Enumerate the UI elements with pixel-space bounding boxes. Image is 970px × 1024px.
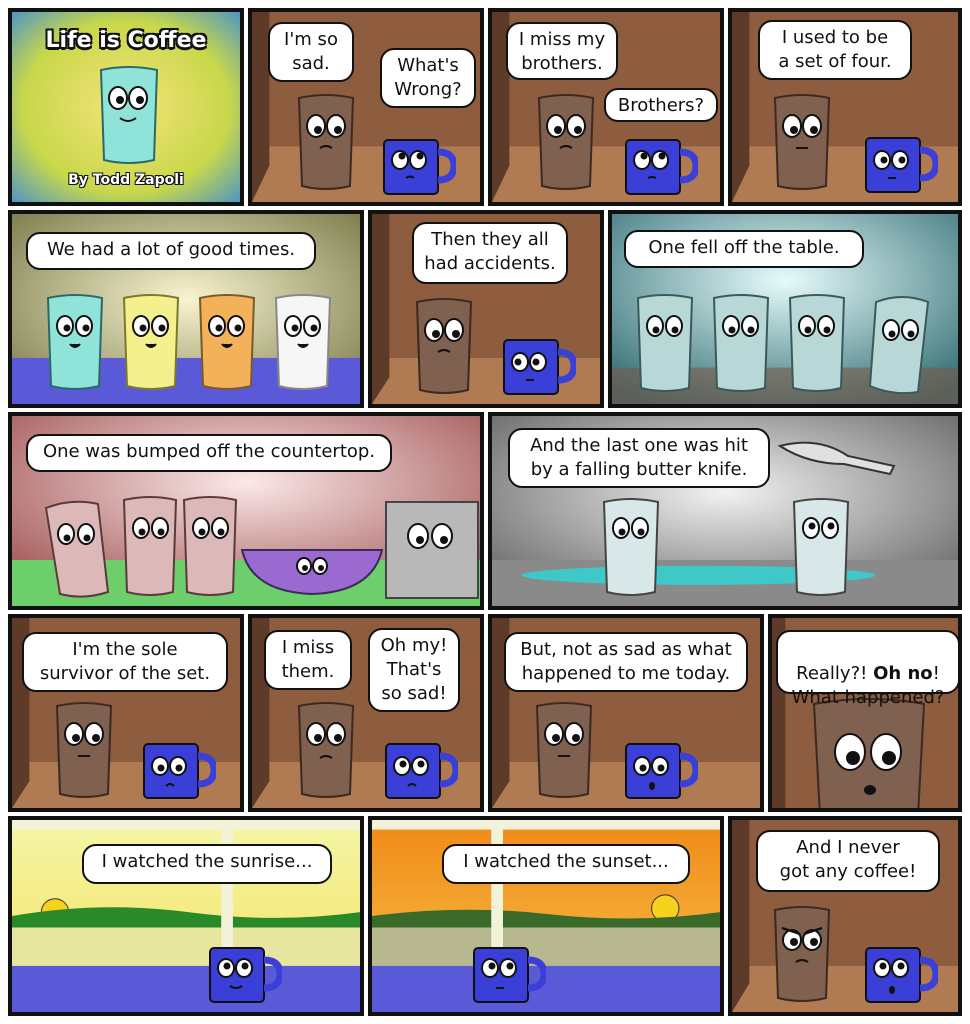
- blue-mug-character: [473, 947, 546, 1003]
- panel-5: We had a lot of good times.: [8, 210, 364, 408]
- speech-bubble-narration: One fell off the table.: [624, 230, 864, 268]
- panel-9: And the last one was hit by a falling bu…: [488, 412, 962, 610]
- brown-glass-character: [415, 298, 473, 394]
- blue-mug-character: [503, 339, 576, 395]
- teal-glass-character: [99, 66, 159, 164]
- glasses-bowl-and-pot: [44, 496, 479, 599]
- panel-7: One fell off the table.: [608, 210, 962, 408]
- blue-mug-character: [383, 139, 456, 195]
- panel-6: Then they all had accidents.: [368, 210, 604, 408]
- blue-mug-character: [865, 137, 938, 193]
- brown-glass-character: [297, 94, 355, 190]
- blue-mug-character: [385, 743, 458, 799]
- panel-11: I miss them. Oh my! That's so sad!: [248, 614, 484, 812]
- brown-glass-character: [773, 94, 831, 190]
- bubble-text-part: Really?!: [796, 663, 874, 684]
- two-glasses-broken: [602, 498, 850, 596]
- speech-bubble-glass: But, not as sad as what happened to me t…: [504, 632, 748, 692]
- speech-bubble-glass: I miss my brothers.: [506, 22, 618, 80]
- blue-mug-character: [625, 743, 698, 799]
- panel-14: I watched the sunrise...: [8, 816, 364, 1016]
- four-glasses-sad: [636, 294, 930, 395]
- speech-bubble-narration: I watched the sunrise...: [82, 844, 332, 884]
- speech-bubble-glass: And I never got any coffee!: [756, 830, 940, 892]
- four-glasses-set: [46, 294, 332, 390]
- blue-mug-character: [625, 139, 698, 195]
- panel-13: Really?! Oh no! What happened?: [768, 614, 962, 812]
- speech-bubble-glass: I miss them.: [264, 630, 352, 690]
- comic-title: Life is Coffee: [45, 28, 207, 53]
- brown-glass-character: [537, 94, 595, 190]
- panel-8: One was bumped off the countertop.: [8, 412, 484, 610]
- bubble-emphasis: Oh no: [873, 663, 933, 684]
- panel-10: I'm the sole survivor of the set.: [8, 614, 244, 812]
- panel-15: I watched the sunset...: [368, 816, 724, 1016]
- speech-bubble-glass: Then they all had accidents.: [412, 222, 568, 284]
- brown-glass-character: [535, 702, 593, 798]
- speech-bubble-mug: Brothers?: [604, 88, 718, 122]
- panel-4: I used to be a set of four.: [728, 8, 962, 206]
- panel-16: And I never got any coffee!: [728, 816, 962, 1016]
- speech-bubble-glass: I'm the sole survivor of the set.: [22, 632, 228, 692]
- speech-bubble-glass: I used to be a set of four.: [758, 20, 912, 80]
- panel-2: I'm so sad. What's Wrong?: [248, 8, 484, 206]
- panel-3: I miss my brothers. Brothers?: [488, 8, 724, 206]
- speech-bubble-narration: And the last one was hit by a falling bu…: [508, 428, 770, 488]
- speech-bubble-narration: I watched the sunset...: [442, 844, 690, 884]
- speech-bubble-narration: One was bumped off the countertop.: [26, 434, 392, 472]
- blue-mug-character: [865, 947, 938, 1003]
- author-byline: By Todd Zapoli: [68, 172, 184, 188]
- blue-mug-character: [209, 947, 282, 1003]
- title-panel: Life is Coffee By Todd Zapoli: [8, 8, 244, 206]
- brown-glass-character: [55, 702, 113, 798]
- brown-glass-closeup: [812, 698, 926, 808]
- brown-glass-character: [297, 702, 355, 798]
- speech-bubble-mug: What's Wrong?: [380, 48, 476, 108]
- butter-knife-character: [778, 441, 896, 476]
- speech-bubble-narration: We had a lot of good times.: [26, 232, 316, 270]
- speech-bubble-mug: Oh my! That's so sad!: [368, 628, 460, 712]
- speech-bubble-mug: Really?! Oh no! What happened?: [776, 630, 958, 708]
- speech-bubble-glass: I'm so sad.: [268, 22, 354, 82]
- blue-mug-character: [143, 743, 216, 799]
- panel-12: But, not as sad as what happened to me t…: [488, 614, 764, 812]
- brown-glass-character-angry: [773, 906, 831, 1002]
